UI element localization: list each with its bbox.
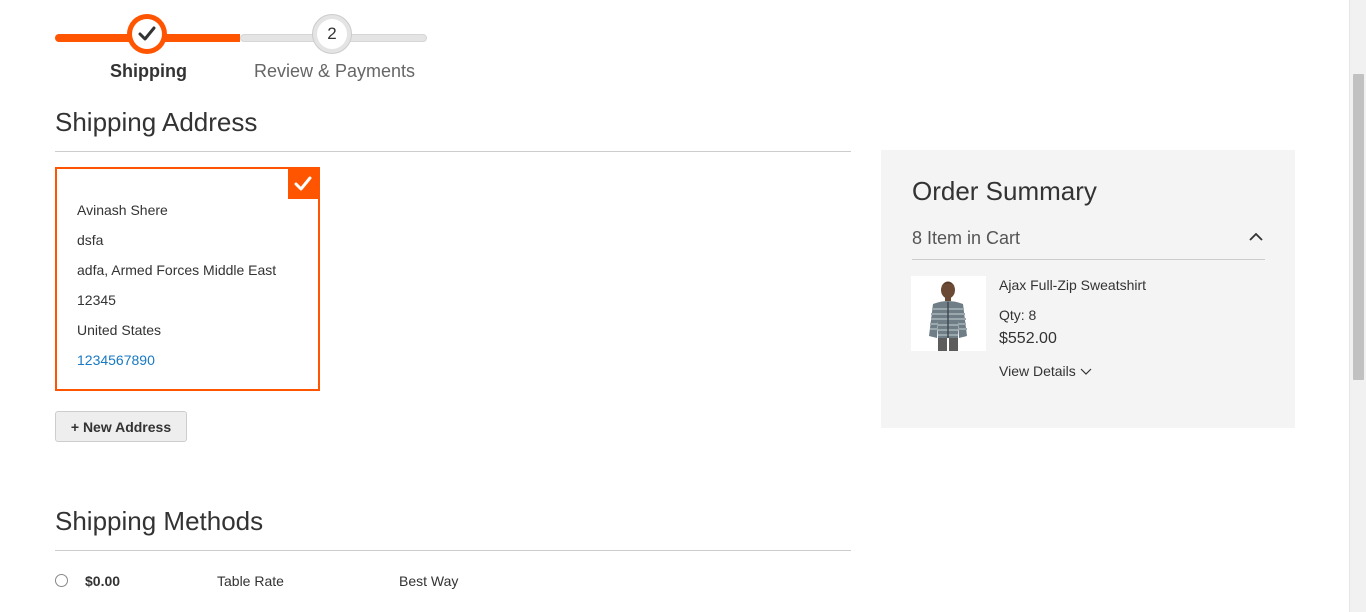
shipping-methods-title: Shipping Methods (55, 506, 264, 536)
shipping-method-carrier: Table Rate (217, 573, 284, 589)
shipping-method-row[interactable]: $0.00 Table Rate Best Way (55, 572, 851, 592)
view-details-toggle[interactable]: View Details (999, 363, 1092, 379)
checkmark-icon (138, 26, 156, 41)
chevron-down-icon (1080, 368, 1092, 375)
selected-badge (288, 169, 318, 199)
chevron-up-icon[interactable] (1249, 232, 1263, 242)
shipping-method-name: Best Way (399, 573, 459, 589)
order-summary-title: Order Summary (912, 176, 1097, 206)
shipping-address-title: Shipping Address (55, 107, 258, 137)
scrollbar-thumb[interactable] (1353, 74, 1364, 380)
view-details-label: View Details (999, 363, 1076, 379)
product-price: $552.00 (999, 330, 1057, 347)
product-thumbnail (911, 276, 986, 351)
address-street: dsfa (77, 232, 104, 248)
address-country: United States (77, 322, 162, 338)
order-summary-panel: Order Summary 8 Item in Cart Ajax Full-Z… (881, 150, 1295, 428)
items-in-cart-label: 8 Item in Cart (912, 228, 1021, 248)
product-qty: Qty: 8 (999, 307, 1037, 323)
new-address-button[interactable]: + New Address (55, 411, 187, 442)
items-in-cart-toggle[interactable]: 8 Item in Cart (912, 228, 1265, 260)
section-divider (55, 550, 851, 551)
shipping-method-price: $0.00 (85, 573, 121, 589)
address-name: Avinash Shere (77, 202, 168, 218)
page-scrollbar[interactable] (1349, 0, 1366, 612)
checkout-progress-bar: 2 Shipping Review & Payments (55, 14, 427, 84)
step-shipping-label: Shipping (110, 61, 187, 81)
address-city-region: adfa, Armed Forces Middle East (77, 262, 277, 278)
step-shipping-indicator (127, 14, 167, 54)
address-phone-link[interactable]: 1234567890 (77, 345, 276, 375)
address-postcode: 12345 (77, 292, 116, 308)
selected-address-card[interactable]: Avinash Shere dsfa adfa, Armed Forces Mi… (55, 167, 320, 391)
checkmark-icon (294, 176, 312, 191)
section-divider (55, 151, 851, 152)
shipping-method-radio[interactable] (55, 574, 68, 587)
step-review-label[interactable]: Review & Payments (254, 61, 415, 82)
product-name: Ajax Full-Zip Sweatshirt (999, 277, 1147, 293)
step-review-indicator: 2 (312, 14, 352, 54)
step-number: 2 (317, 19, 347, 49)
